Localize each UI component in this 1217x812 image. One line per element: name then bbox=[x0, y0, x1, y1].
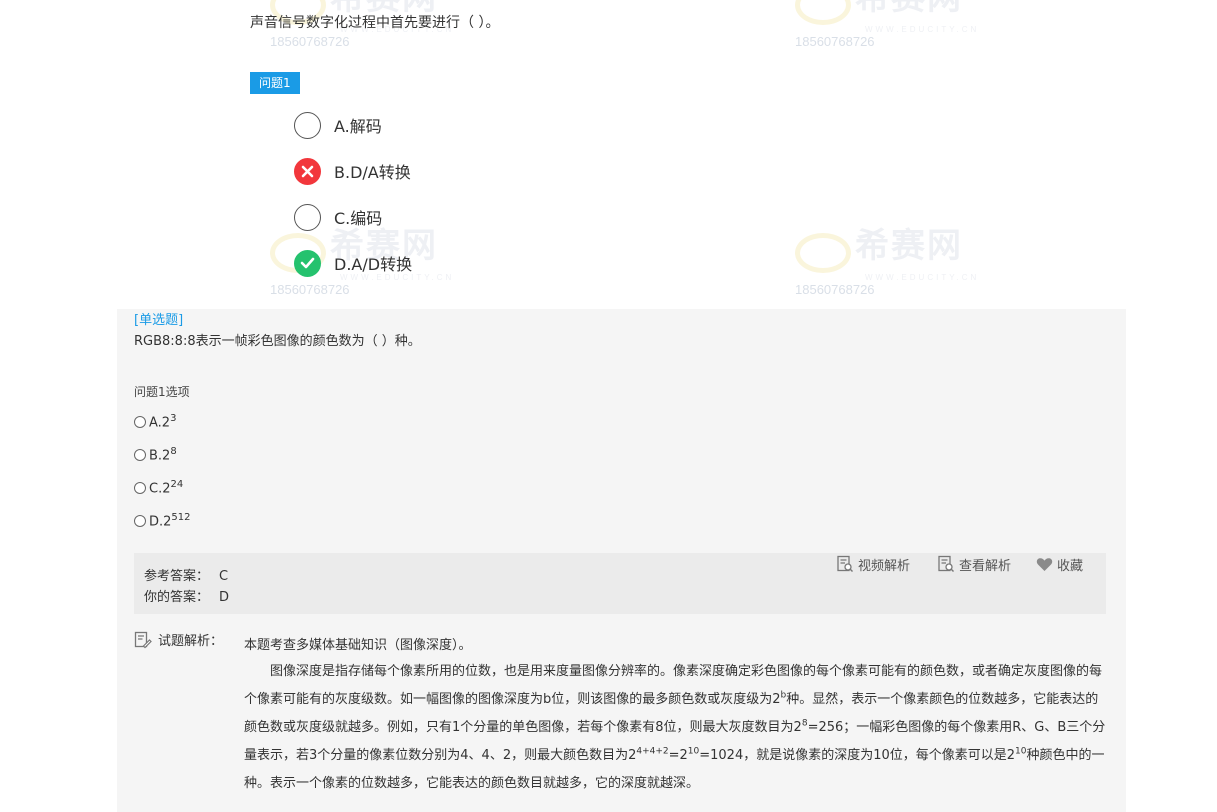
option-label: D.A/D转换 bbox=[334, 255, 413, 274]
explanation-intro: 本题考查多媒体基础知识（图像深度）。 bbox=[244, 638, 472, 653]
option-c[interactable]: C.224 bbox=[134, 479, 183, 496]
option-label: C.224 bbox=[149, 479, 184, 497]
heart-icon bbox=[1036, 557, 1053, 571]
question-badge: 问题1 bbox=[250, 72, 300, 94]
wrong-mark-icon[interactable] bbox=[294, 157, 321, 185]
reference-answer: 参考答案： C bbox=[144, 569, 229, 584]
radio-icon[interactable] bbox=[134, 514, 146, 527]
explanation-body: 图像深度是指存储每个像素所用的位数，也是用来度量图像分辨率的。像素深度确定彩色图… bbox=[244, 664, 1106, 791]
video-analysis-button[interactable]: 视频解析 bbox=[836, 553, 910, 575]
option-b[interactable]: B.28 bbox=[134, 446, 177, 463]
question-text: 声音信号数字化过程中首先要进行（ ）。 bbox=[250, 15, 500, 31]
option-c[interactable]: C.编码 bbox=[294, 203, 382, 231]
watermark: 希赛网 WWW.EDUCITY.CN 18560768726 bbox=[795, 0, 979, 49]
radio-empty-icon[interactable] bbox=[294, 203, 321, 231]
option-label: B.D/A转换 bbox=[334, 163, 411, 182]
option-a[interactable]: A.解码 bbox=[294, 111, 382, 139]
question-type: [单选题] bbox=[134, 313, 184, 328]
option-label: D.2512 bbox=[149, 512, 191, 530]
radio-empty-icon[interactable] bbox=[294, 111, 321, 139]
option-d[interactable]: D.2512 bbox=[134, 512, 191, 529]
option-label: C.编码 bbox=[334, 209, 383, 228]
option-d[interactable]: D.A/D转换 bbox=[294, 249, 412, 277]
option-label: A.解码 bbox=[334, 117, 382, 136]
options-heading: 问题1选项 bbox=[134, 385, 190, 399]
option-b[interactable]: B.D/A转换 bbox=[294, 157, 411, 185]
edit-doc-icon bbox=[134, 631, 152, 648]
option-label: B.28 bbox=[149, 446, 177, 464]
search-doc-icon bbox=[938, 555, 954, 572]
your-answer: 你的答案： D bbox=[144, 590, 230, 605]
explanation-label: 试题解析： bbox=[134, 630, 223, 649]
video-doc-icon bbox=[837, 555, 853, 572]
question-text: RGB8:8:8表示一帧彩色图像的颜色数为（ ）种。 bbox=[134, 334, 421, 349]
favorite-button[interactable]: 收藏 bbox=[1036, 553, 1083, 575]
view-analysis-button[interactable]: 查看解析 bbox=[937, 553, 1011, 575]
option-a[interactable]: A.23 bbox=[134, 413, 176, 430]
option-label: A.23 bbox=[149, 413, 177, 431]
radio-icon[interactable] bbox=[134, 415, 146, 428]
check-mark-icon[interactable] bbox=[294, 249, 321, 277]
watermark: 希赛网 WWW.EDUCITY.CN 18560768726 bbox=[795, 227, 980, 297]
radio-icon[interactable] bbox=[134, 448, 146, 461]
radio-icon[interactable] bbox=[134, 481, 146, 494]
